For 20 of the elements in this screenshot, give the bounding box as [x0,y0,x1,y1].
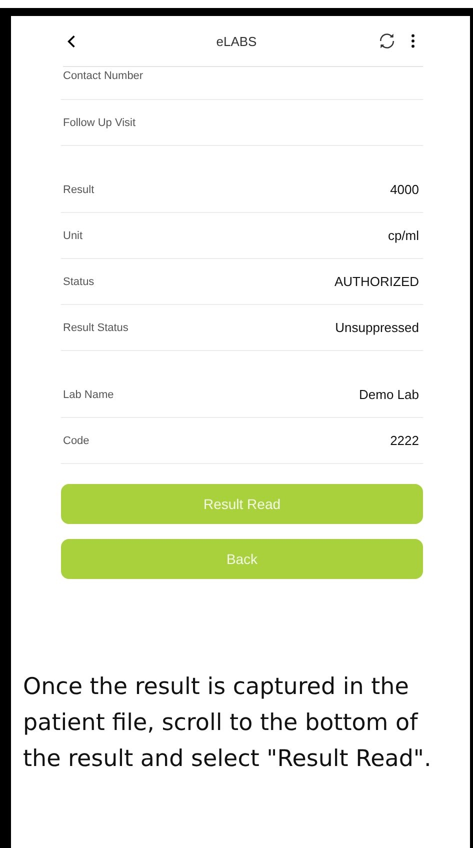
field-label: Contact Number [63,70,144,82]
field-label: Follow Up Visit [63,116,136,128]
field-value: cp/ml [388,228,419,243]
field-label: Result [63,184,94,196]
app-title: eLABS [215,34,258,48]
back-button[interactable]: Back [61,539,423,579]
field-label: Status [63,276,94,288]
field-value: 2222 [390,433,419,448]
field-label: Lab Name [63,388,114,400]
field-label: Unit [63,230,83,242]
field-value: Demo Lab [359,387,419,402]
field-label: Result Status [63,322,128,334]
field-value: AUTHORIZED [334,274,419,289]
back-icon[interactable] [67,34,76,48]
field-value: Unsuppressed [335,320,419,335]
more-icon[interactable] [411,34,415,48]
field-label: Code [63,434,90,446]
result-read-button[interactable]: Result Read [61,484,423,524]
field-value: 4000 [390,182,419,197]
refresh-icon[interactable] [377,31,397,51]
